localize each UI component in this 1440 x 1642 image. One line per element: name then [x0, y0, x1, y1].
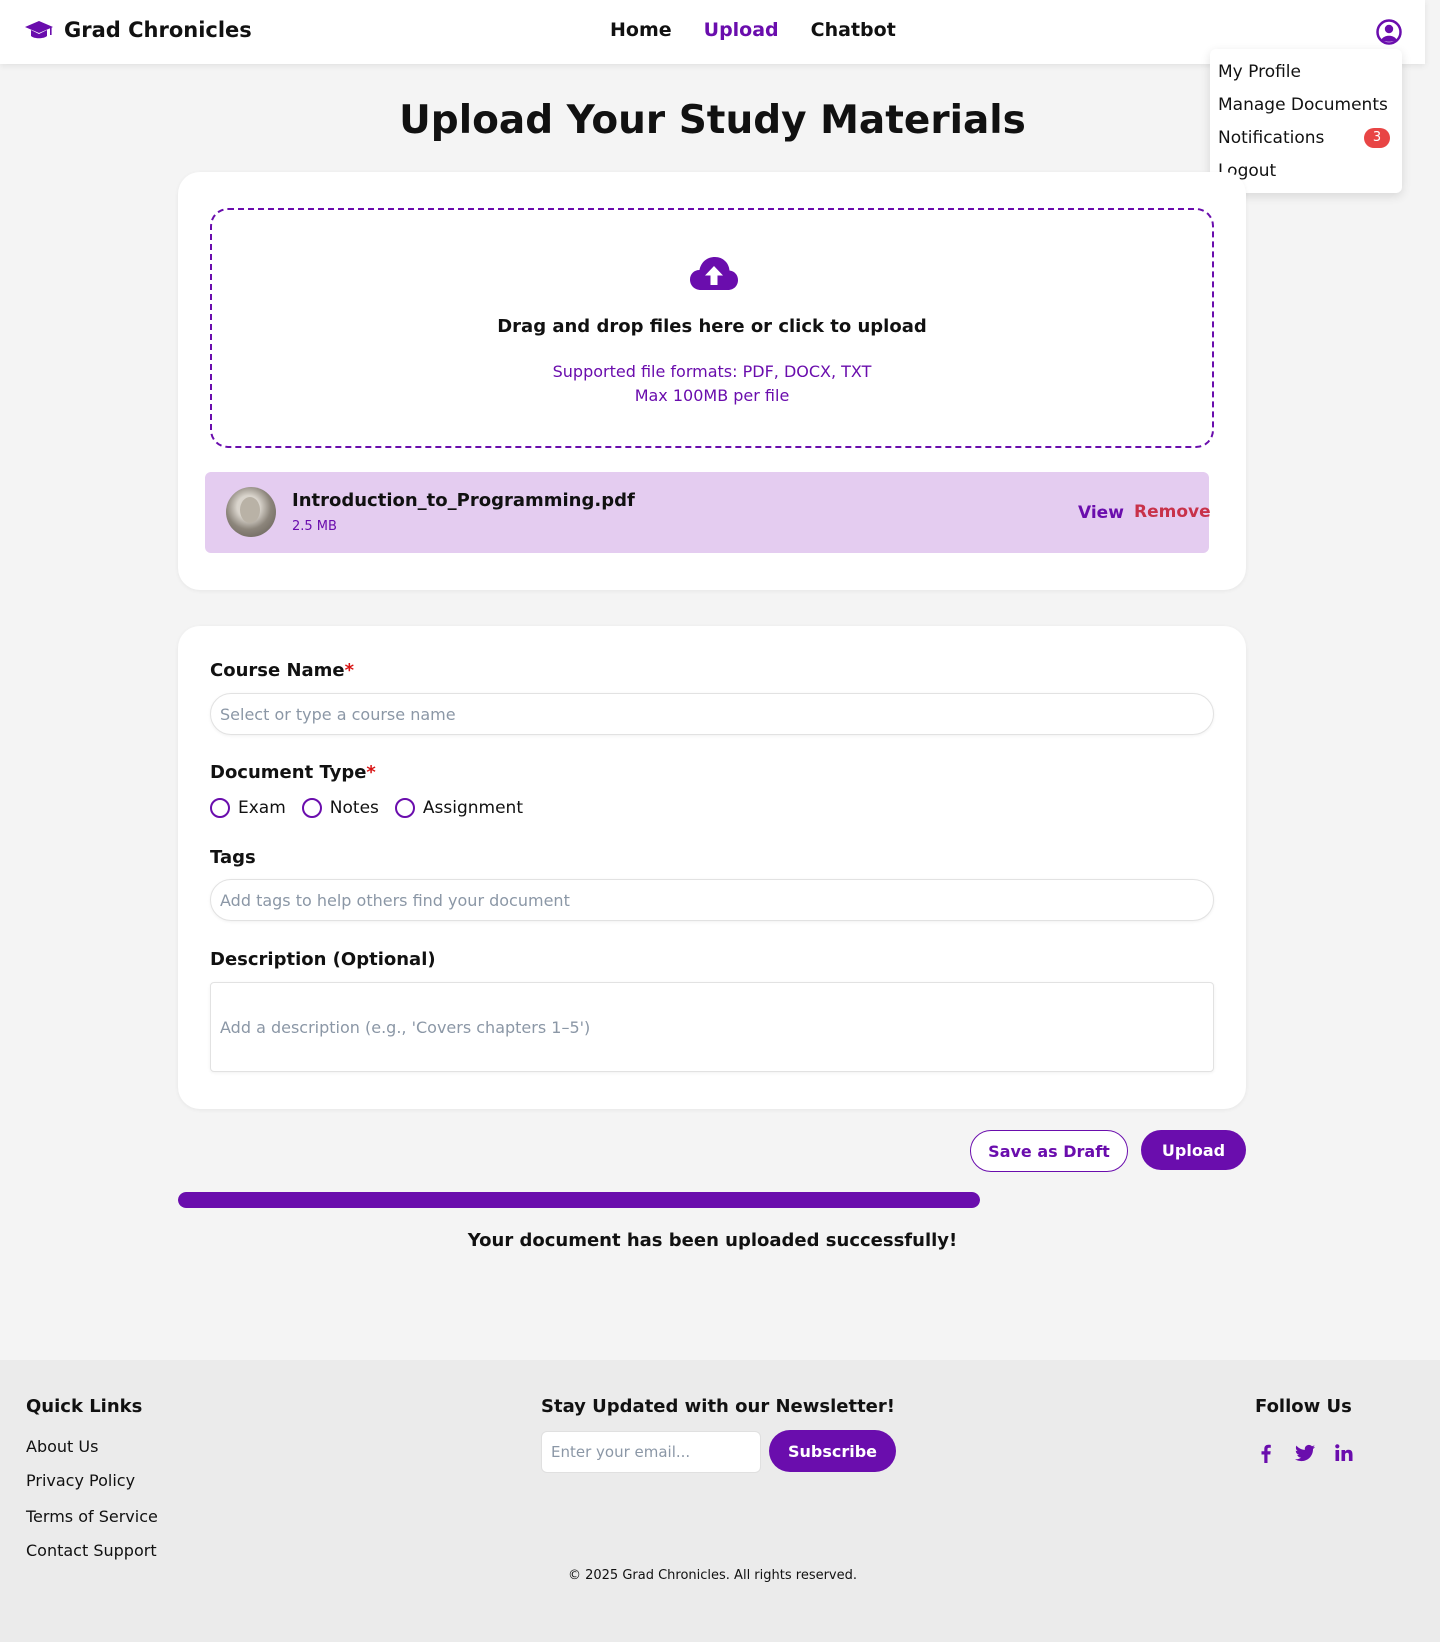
brand-logo[interactable]: Grad Chronicles: [24, 18, 252, 42]
uploaded-file-item: Introduction_to_Programming.pdf 2.5 MB V…: [205, 472, 1211, 553]
upload-progress-fill: [178, 1192, 980, 1208]
dropzone-title: Drag and drop files here or click to upl…: [497, 316, 927, 337]
facebook-icon[interactable]: [1254, 1441, 1278, 1465]
upload-progress-bar: [178, 1192, 980, 1208]
description-label: Description (Optional): [210, 949, 436, 970]
twitter-icon[interactable]: [1293, 1441, 1317, 1465]
quick-links-heading: Quick Links: [26, 1396, 143, 1417]
footer-link-privacy[interactable]: Privacy Policy: [26, 1471, 135, 1490]
required-asterisk: *: [366, 762, 376, 783]
file-size: 2.5 MB: [292, 519, 337, 534]
graduation-cap-icon: [24, 18, 54, 42]
linkedin-icon[interactable]: [1332, 1441, 1356, 1465]
description-placeholder: Add a description (e.g., 'Covers chapter…: [220, 1017, 591, 1037]
page-title: Upload Your Study Materials: [399, 98, 1026, 143]
menu-item-my-profile[interactable]: My Profile: [1210, 55, 1402, 88]
nav-upload[interactable]: Upload: [704, 19, 779, 41]
tags-label: Tags: [210, 847, 256, 868]
max-size-text: Max 100MB per file: [634, 386, 790, 405]
main-nav: Home Upload Chatbot: [610, 19, 896, 41]
footer-link-terms[interactable]: Terms of Service: [26, 1507, 158, 1526]
user-circle-icon[interactable]: [1376, 19, 1402, 45]
radio-label: Exam: [238, 798, 286, 818]
file-dropzone[interactable]: Drag and drop files here or click to upl…: [210, 208, 1214, 448]
upload-card: Drag and drop files here or click to upl…: [178, 172, 1246, 590]
footer-link-support[interactable]: Contact Support: [26, 1541, 157, 1560]
tags-input[interactable]: [210, 879, 1214, 921]
required-asterisk: *: [344, 660, 355, 681]
document-type-label: Document Type*: [210, 762, 376, 783]
upload-success-message: Your document has been uploaded successf…: [467, 1230, 958, 1251]
radio-notes[interactable]: Notes: [301, 798, 379, 818]
course-name-label: Course Name*: [210, 660, 354, 681]
copyright-text: © 2025 Grad Chronicles. All rights reser…: [567, 1568, 858, 1583]
file-name: Introduction_to_Programming.pdf: [292, 490, 635, 511]
upload-button[interactable]: Upload: [1141, 1130, 1246, 1170]
document-type-radio-group: Exam Notes Assignment: [210, 798, 523, 818]
newsletter-email-input[interactable]: [541, 1431, 761, 1473]
cloud-upload-icon: [689, 254, 739, 294]
document-details-form: Course Name* Document Type* Exam Notes A…: [178, 626, 1246, 1109]
brand-name: Grad Chronicles: [64, 18, 252, 42]
newsletter-heading: Stay Updated with our Newsletter!: [541, 1396, 895, 1417]
footer: Quick Links About Us Privacy Policy Term…: [0, 1360, 1440, 1642]
dropzone-info: Supported file formats: PDF, DOCX, TXT M…: [212, 360, 1212, 408]
document-type-label-text: Document Type: [210, 762, 367, 783]
course-name-input[interactable]: [210, 693, 1214, 735]
remove-file-button[interactable]: Remove: [1134, 502, 1211, 522]
radio-exam[interactable]: Exam: [210, 798, 286, 818]
radio-assignment[interactable]: Assignment: [394, 798, 523, 818]
radio-button[interactable]: [301, 798, 322, 818]
save-draft-button[interactable]: Save as Draft: [970, 1130, 1128, 1172]
nav-home[interactable]: Home: [610, 19, 672, 41]
footer-link-about[interactable]: About Us: [26, 1437, 98, 1456]
radio-button[interactable]: [394, 798, 415, 818]
supported-formats-text: Supported file formats: PDF, DOCX, TXT: [552, 362, 872, 381]
radio-button[interactable]: [210, 798, 230, 818]
view-file-button[interactable]: View: [1078, 503, 1124, 523]
course-name-label-text: Course Name: [210, 660, 345, 681]
file-thumbnail: [226, 487, 276, 537]
radio-label: Assignment: [422, 798, 523, 818]
description-textarea[interactable]: Add a description (e.g., 'Covers chapter…: [210, 982, 1214, 1072]
radio-label: Notes: [329, 798, 379, 818]
subscribe-button[interactable]: Subscribe: [769, 1430, 896, 1472]
menu-item-label: My Profile: [1218, 61, 1301, 82]
follow-us-heading: Follow Us: [1255, 1396, 1352, 1417]
nav-chatbot[interactable]: Chatbot: [811, 19, 896, 41]
